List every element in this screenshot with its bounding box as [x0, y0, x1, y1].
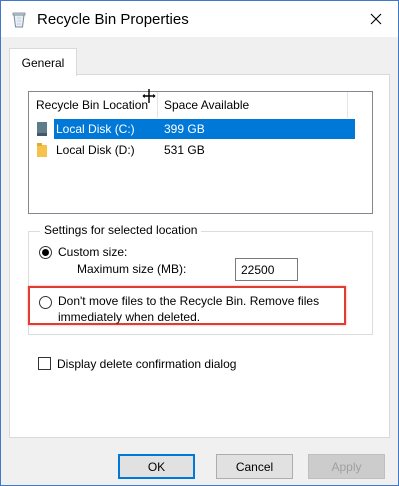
radio-selected-dot — [42, 249, 49, 256]
column-divider[interactable] — [157, 92, 158, 118]
drive-space: 399 GB — [164, 122, 205, 136]
max-size-label: Maximum size (MB): — [77, 262, 187, 276]
column-header-space[interactable]: Space Available — [164, 98, 249, 112]
tab-general-label: General — [21, 55, 65, 70]
cancel-button[interactable]: Cancel — [216, 454, 293, 479]
drive-space: 531 GB — [164, 143, 205, 157]
custom-size-radio[interactable] — [39, 246, 52, 259]
close-icon — [370, 13, 382, 25]
general-tab-panel: Recycle Bin Location Space Available Loc… — [9, 74, 390, 438]
custom-size-label[interactable]: Custom size: — [58, 244, 127, 260]
display-delete-confirmation-checkbox[interactable] — [38, 357, 51, 370]
folder-drive-icon — [37, 143, 47, 157]
column-divider[interactable] — [347, 92, 348, 118]
list-header: Recycle Bin Location Space Available — [29, 92, 372, 118]
recycle-bin-location-list[interactable]: Recycle Bin Location Space Available Loc… — [28, 91, 373, 214]
list-item-drive-c[interactable]: Local Disk (C:) 399 GB — [36, 119, 355, 139]
ok-button[interactable]: OK — [118, 454, 195, 479]
dont-move-files-label[interactable]: Don't move files to the Recycle Bin. Rem… — [58, 293, 319, 325]
settings-group-label: Settings for selected location — [40, 223, 202, 237]
title-bar[interactable]: Recycle Bin Properties — [1, 1, 398, 37]
recycle-bin-properties-dialog: Recycle Bin Properties General Recycle B… — [0, 0, 399, 486]
window-title: Recycle Bin Properties — [37, 11, 189, 28]
apply-button[interactable]: Apply — [308, 454, 385, 479]
drive-name: Local Disk (C:) — [56, 122, 135, 136]
dont-move-files-label-line2: immediately when deleted. — [58, 310, 201, 324]
list-item-drive-d[interactable]: Local Disk (D:) 531 GB — [36, 140, 349, 160]
drive-name: Local Disk (D:) — [56, 143, 135, 157]
resize-cursor-icon — [141, 89, 157, 103]
close-button[interactable] — [354, 1, 398, 37]
recycle-bin-icon — [12, 12, 26, 28]
dont-move-files-radio[interactable] — [39, 296, 52, 309]
display-delete-confirmation-label[interactable]: Display delete confirmation dialog — [57, 357, 236, 371]
tab-general[interactable]: General — [9, 48, 77, 76]
max-size-input[interactable] — [235, 258, 298, 281]
system-drive-icon — [37, 122, 47, 136]
dont-move-files-label-line1: Don't move files to the Recycle Bin. Rem… — [58, 294, 320, 308]
column-header-location[interactable]: Recycle Bin Location — [36, 98, 148, 112]
